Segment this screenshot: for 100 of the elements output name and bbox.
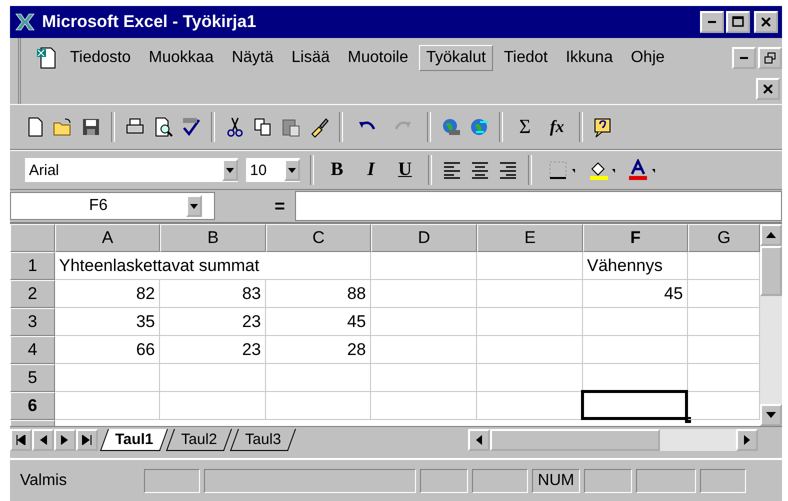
row-header[interactable]: 6 xyxy=(10,392,55,420)
column-header[interactable]: C xyxy=(266,224,371,252)
column-header[interactable]: G xyxy=(688,224,760,252)
table-cell[interactable] xyxy=(371,280,477,308)
close-button[interactable] xyxy=(756,78,780,100)
minimize-button[interactable] xyxy=(732,47,756,69)
dropdown-button[interactable] xyxy=(222,159,238,181)
function-button[interactable]: fx xyxy=(544,117,570,137)
formula-input-field[interactable] xyxy=(295,191,782,221)
table-cell[interactable] xyxy=(55,392,160,420)
table-cell[interactable] xyxy=(477,336,583,364)
sheet-tab[interactable]: Taul2 xyxy=(166,429,232,451)
maximize-button[interactable] xyxy=(726,11,750,33)
table-cell[interactable]: 45 xyxy=(583,280,688,308)
column-header[interactable]: A xyxy=(55,224,160,252)
table-cell[interactable]: 23 xyxy=(160,336,266,364)
scroll-down-button[interactable] xyxy=(760,404,782,426)
italic-button[interactable]: I xyxy=(357,159,385,181)
scroll-thumb[interactable] xyxy=(760,246,782,296)
menu-item[interactable]: Työkalut xyxy=(419,45,493,71)
table-cell[interactable] xyxy=(477,308,583,336)
menu-item[interactable]: Tiedot xyxy=(496,45,555,71)
sheet-tab[interactable]: Taul3 xyxy=(230,429,296,451)
active-cell[interactable] xyxy=(583,392,688,420)
table-cell[interactable] xyxy=(266,364,371,392)
font-size-field[interactable]: 10 xyxy=(245,157,301,183)
bold-button[interactable]: B xyxy=(323,159,351,181)
scroll-up-button[interactable] xyxy=(760,224,782,246)
table-cell[interactable]: 88 xyxy=(266,280,371,308)
row-header[interactable]: 1 xyxy=(10,252,55,280)
column-header[interactable]: F xyxy=(583,224,688,252)
menu-item[interactable]: Lisää xyxy=(284,45,337,71)
caret-icon xyxy=(226,168,234,172)
table-cell[interactable]: Yhteenlaskettavat summat xyxy=(55,252,371,280)
menu-item[interactable]: Ohje xyxy=(624,45,672,71)
scroll-left-button[interactable] xyxy=(468,429,490,451)
table-cell[interactable] xyxy=(583,336,688,364)
table-cell[interactable] xyxy=(160,392,266,420)
table-cell[interactable] xyxy=(160,364,266,392)
table-cell[interactable] xyxy=(583,308,688,336)
status-message: Valmis xyxy=(19,472,68,490)
formula-equals-sign[interactable]: = xyxy=(215,196,295,216)
underline-button[interactable]: U xyxy=(391,159,419,181)
table-cell[interactable]: 23 xyxy=(160,308,266,336)
menu-item[interactable]: Ikkuna xyxy=(558,45,620,71)
column-header[interactable]: B xyxy=(160,224,266,252)
sheet-tab[interactable]: Taul1 xyxy=(100,429,168,451)
column-header[interactable]: D xyxy=(371,224,477,252)
caret-icon xyxy=(288,168,296,172)
table-cell[interactable] xyxy=(371,336,477,364)
save-icon[interactable] xyxy=(80,116,102,138)
table-cell[interactable]: 45 xyxy=(266,308,371,336)
close-button[interactable] xyxy=(754,11,778,33)
table-cell[interactable] xyxy=(371,308,477,336)
select-all-corner[interactable] xyxy=(10,224,55,252)
name-box[interactable]: F6 xyxy=(10,192,215,220)
row-header[interactable]: 5 xyxy=(10,364,55,392)
table-cell[interactable]: 82 xyxy=(55,280,160,308)
table-cell[interactable] xyxy=(371,392,477,420)
table-cell[interactable] xyxy=(477,364,583,392)
globe-icon[interactable] xyxy=(440,116,462,138)
table-cell[interactable] xyxy=(371,364,477,392)
table-cell[interactable]: Vähennys xyxy=(583,252,688,280)
next-sheet-button[interactable] xyxy=(54,429,76,451)
table-cell[interactable]: 83 xyxy=(160,280,266,308)
first-arrow-icon xyxy=(16,435,26,445)
status-indicator: NUM xyxy=(532,468,580,492)
table-cell[interactable] xyxy=(55,364,160,392)
dropdown-button[interactable] xyxy=(284,159,300,181)
scroll-thumb[interactable] xyxy=(490,429,660,451)
table-cell[interactable] xyxy=(477,252,583,280)
menu-item[interactable]: Tiedosto xyxy=(63,45,138,71)
dropdown-button[interactable] xyxy=(186,195,202,217)
close-icon xyxy=(762,83,774,95)
restore-icon xyxy=(764,52,776,64)
row-header[interactable]: 2 xyxy=(10,280,55,308)
previous-sheet-button[interactable] xyxy=(32,429,54,451)
autosum-button[interactable]: Σ xyxy=(512,116,538,138)
table-cell[interactable]: 28 xyxy=(266,336,371,364)
scroll-right-button[interactable] xyxy=(736,429,758,451)
table-cell[interactable] xyxy=(477,280,583,308)
row-header[interactable]: 4 xyxy=(10,336,55,364)
table-cell[interactable] xyxy=(371,252,477,280)
table-cell[interactable]: 35 xyxy=(55,308,160,336)
menu-item[interactable]: Muokkaa xyxy=(142,45,221,71)
spelling-icon[interactable] xyxy=(180,116,202,138)
minimize-button[interactable] xyxy=(700,11,724,33)
menu-item[interactable]: Muotoile xyxy=(340,45,416,71)
table-cell[interactable] xyxy=(266,392,371,420)
font-field[interactable]: Arial xyxy=(24,157,239,183)
column-header[interactable]: E xyxy=(477,224,583,252)
restore-button[interactable] xyxy=(758,47,782,69)
last-sheet-button[interactable] xyxy=(76,429,98,451)
table-cell[interactable]: 66 xyxy=(55,336,160,364)
row-header[interactable]: 3 xyxy=(10,308,55,336)
first-sheet-button[interactable] xyxy=(10,429,32,451)
status-panel xyxy=(420,468,468,492)
status-panel xyxy=(700,468,746,492)
caret-icon xyxy=(190,204,198,208)
menu-item[interactable]: Näytä xyxy=(224,45,280,71)
